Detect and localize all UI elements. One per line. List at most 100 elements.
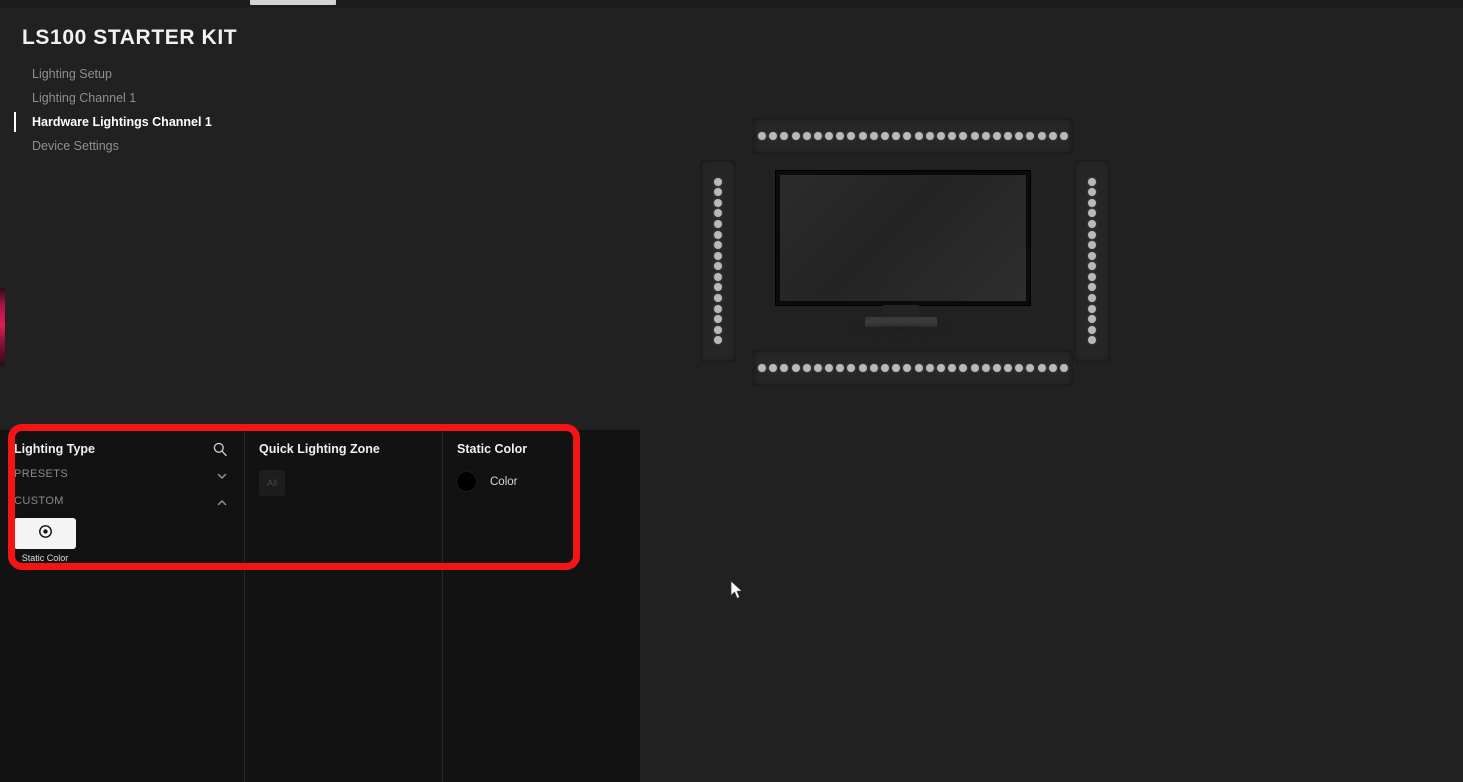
led-dot <box>869 132 878 140</box>
led-dot <box>825 364 834 372</box>
sidebar-item-label: Lighting Setup <box>32 67 112 81</box>
led-dot <box>780 364 789 372</box>
led-dot <box>802 132 811 140</box>
lighting-type-card-label: Static Color <box>21 553 69 563</box>
led-dot <box>714 262 722 271</box>
led-dot <box>1088 283 1096 292</box>
lighting-config-panel: Lighting Type PRESETS CUSTOM Static Colo… <box>0 430 640 782</box>
led-dot <box>714 209 722 218</box>
led-dot <box>1037 132 1046 140</box>
led-dot <box>936 132 945 140</box>
led-dot <box>1060 364 1069 372</box>
led-dot <box>1048 364 1057 372</box>
led-strip-left[interactable] <box>700 160 736 362</box>
led-dot <box>914 364 923 372</box>
led-dot <box>1088 304 1096 313</box>
led-dot <box>1048 132 1057 140</box>
led-dot <box>836 364 845 372</box>
led-dot <box>881 364 890 372</box>
color-picker-row[interactable]: Color <box>457 472 626 491</box>
led-dot <box>936 364 945 372</box>
led-dot <box>992 132 1001 140</box>
zone-chip-label: All <box>266 478 277 488</box>
led-strip-right[interactable] <box>1074 160 1110 362</box>
led-dot <box>858 364 867 372</box>
led-dot <box>970 132 979 140</box>
led-dot <box>714 336 722 345</box>
led-dot <box>1004 132 1013 140</box>
group-custom[interactable]: CUSTOM <box>14 491 230 512</box>
quick-lighting-zone-header: Quick Lighting Zone <box>259 442 380 456</box>
app-window: LS100 STARTER KIT Lighting Setup Lightin… <box>0 0 1463 782</box>
led-dot <box>847 364 856 372</box>
search-icon[interactable] <box>212 441 228 457</box>
led-dot <box>892 364 901 372</box>
led-dot <box>714 198 722 207</box>
led-dot <box>813 364 822 372</box>
led-dot <box>1088 209 1096 218</box>
led-strip-bottom[interactable] <box>753 350 1073 386</box>
led-dot <box>714 294 722 303</box>
led-dot <box>1026 132 1035 140</box>
active-tab-underline[interactable] <box>250 0 336 5</box>
color-label: Color <box>490 475 518 488</box>
led-dot <box>1088 336 1096 345</box>
led-dot <box>992 364 1001 372</box>
active-indicator-bar <box>14 112 16 132</box>
monitor-shadow <box>855 326 947 333</box>
led-dot <box>1004 364 1013 372</box>
led-dot <box>714 283 722 292</box>
sidebar-item-lighting-channel-1[interactable]: Lighting Channel 1 <box>0 86 300 110</box>
led-dot <box>914 132 923 140</box>
group-presets[interactable]: PRESETS <box>14 464 230 485</box>
left-edge-color-sliver <box>0 288 5 366</box>
sidebar-item-label: Hardware Lightings Channel 1 <box>32 115 212 129</box>
led-dot <box>714 304 722 313</box>
led-dot <box>769 132 778 140</box>
led-dot <box>1015 364 1024 372</box>
chevron-up-icon[interactable] <box>216 496 228 508</box>
static-color-column: Static Color Color <box>443 430 640 782</box>
color-swatch[interactable] <box>457 472 476 491</box>
led-dot <box>757 364 766 372</box>
led-dot <box>802 364 811 372</box>
led-dot <box>714 325 722 334</box>
led-dot <box>1037 364 1046 372</box>
chevron-down-icon[interactable] <box>216 469 228 481</box>
device-preview <box>697 114 1110 390</box>
group-presets-label: PRESETS <box>14 468 69 480</box>
lighting-type-header: Lighting Type <box>14 442 96 456</box>
led-dot <box>881 132 890 140</box>
mouse-cursor <box>730 580 744 600</box>
led-dot <box>1088 198 1096 207</box>
led-dot <box>791 364 800 372</box>
zone-chip-all[interactable]: All <box>259 470 285 496</box>
sidebar-item-lighting-setup[interactable]: Lighting Setup <box>0 62 300 86</box>
lighting-type-card-tile[interactable] <box>14 518 76 549</box>
led-dot <box>714 177 722 186</box>
led-dot <box>714 251 722 260</box>
quick-lighting-zone-column: Quick Lighting Zone All <box>245 430 443 782</box>
led-dot <box>1026 364 1035 372</box>
monitor-screen <box>780 175 1026 301</box>
lighting-type-card-static-color[interactable]: Static Color <box>14 518 76 563</box>
led-dot <box>847 132 856 140</box>
page-title: LS100 STARTER KIT <box>22 26 238 49</box>
led-dot <box>1088 230 1096 239</box>
led-dot <box>925 132 934 140</box>
led-dot <box>1088 325 1096 334</box>
led-dot <box>1088 262 1096 271</box>
led-dot <box>714 219 722 228</box>
led-dot <box>714 230 722 239</box>
sidebar-item-device-settings[interactable]: Device Settings <box>0 134 300 158</box>
led-dot <box>714 315 722 324</box>
led-dot <box>714 188 722 197</box>
led-dot <box>892 132 901 140</box>
led-dot <box>948 132 957 140</box>
led-dot <box>714 272 722 281</box>
led-dot <box>903 364 912 372</box>
sidebar-item-hardware-lightings-channel-1[interactable]: Hardware Lightings Channel 1 <box>0 110 300 134</box>
led-strip-top[interactable] <box>753 118 1073 154</box>
led-dot <box>1015 132 1024 140</box>
led-dot <box>903 132 912 140</box>
